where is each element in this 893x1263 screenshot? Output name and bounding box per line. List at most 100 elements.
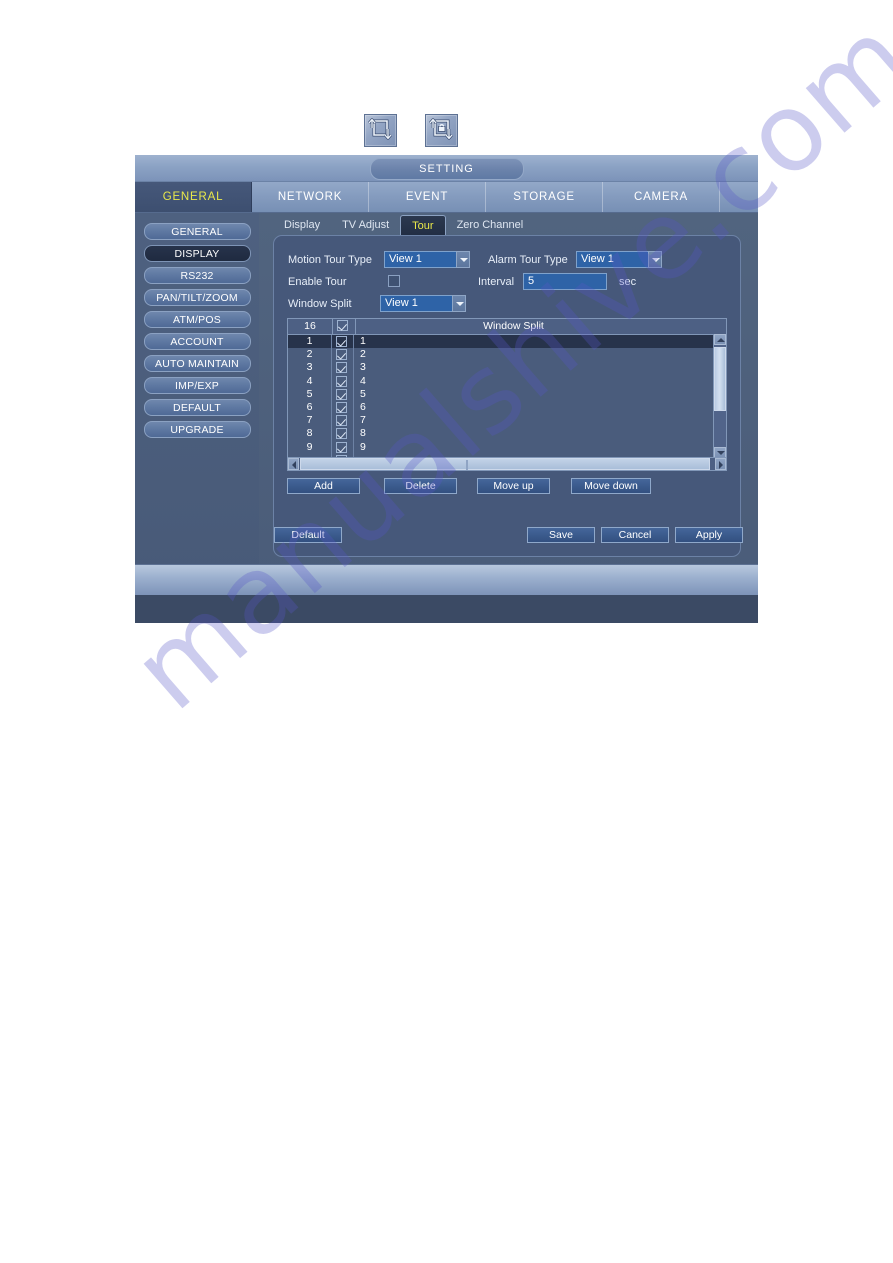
row-value: 6 — [360, 400, 366, 413]
row-checkbox[interactable] — [336, 375, 347, 387]
chevron-down-icon[interactable] — [648, 251, 662, 268]
vertical-scroll-thumb[interactable] — [714, 347, 726, 411]
move-up-button[interactable]: Move up — [477, 478, 550, 494]
sidebar-item-atm-pos[interactable]: ATM/POS — [143, 311, 251, 328]
interval-input[interactable]: 5 — [523, 273, 607, 290]
apply-button[interactable]: Apply — [675, 527, 743, 543]
horizontal-scrollbar[interactable] — [288, 457, 726, 470]
row-number: 1 — [288, 335, 332, 349]
tab-storage[interactable]: STORAGE — [486, 182, 603, 212]
row-checkbox-cell[interactable] — [332, 374, 354, 388]
delete-button[interactable]: Delete — [384, 478, 457, 494]
table-row[interactable]: 2 2 — [288, 348, 726, 362]
row-checkbox[interactable] — [336, 415, 347, 427]
sidebar-item-account[interactable]: ACCOUNT — [143, 333, 251, 350]
row-checkbox-cell[interactable] — [332, 440, 354, 454]
sidebar: GENERAL DISPLAY RS232 PAN/TILT/ZOOM ATM/… — [135, 213, 259, 595]
sidebar-item-general[interactable]: GENERAL — [143, 223, 251, 240]
subtab-zero-channel[interactable]: Zero Channel — [446, 215, 535, 235]
table-row[interactable]: 3 3 — [288, 361, 726, 375]
row-value: 8 — [360, 427, 366, 440]
enable-tour-row: Enable Tour Interval 5 sec — [288, 273, 728, 291]
window-split-list: 16 Window Split 1 1 2 2 3 3 4 4 5 5 6 6 … — [287, 318, 727, 471]
window-split-label: Window Split — [288, 298, 352, 310]
interval-label: Interval — [478, 276, 515, 288]
window-body: GENERAL DISPLAY RS232 PAN/TILT/ZOOM ATM/… — [135, 213, 758, 595]
subtab-tv-adjust[interactable]: TV Adjust — [331, 215, 400, 235]
rotate-loop-icon[interactable] — [364, 114, 397, 147]
table-row[interactable]: 4 4 — [288, 374, 726, 388]
add-button[interactable]: Add — [287, 478, 360, 494]
move-down-button[interactable]: Move down — [571, 478, 651, 494]
sidebar-item-auto-maintain[interactable]: AUTO MAINTAIN — [143, 355, 251, 372]
scroll-left-icon[interactable] — [288, 458, 299, 470]
row-value: 4 — [360, 374, 366, 387]
row-checkbox-cell[interactable] — [332, 414, 354, 428]
row-value: 9 — [360, 440, 366, 453]
alarm-tour-type-select[interactable]: View 1 — [576, 251, 662, 268]
save-button[interactable]: Save — [527, 527, 595, 543]
row-checkbox-cell[interactable] — [332, 361, 354, 375]
chevron-down-icon[interactable] — [452, 295, 466, 312]
table-row[interactable]: 6 6 — [288, 400, 726, 415]
chevron-down-icon[interactable] — [456, 251, 470, 268]
row-checkbox[interactable] — [336, 362, 347, 374]
scroll-thumb-grip — [466, 460, 468, 470]
row-checkbox[interactable] — [336, 401, 347, 413]
rotate-lock-icon[interactable] — [425, 114, 458, 147]
window-split-select[interactable]: View 1 — [380, 295, 466, 312]
cancel-button[interactable]: Cancel — [601, 527, 669, 543]
default-button[interactable]: Default — [274, 527, 342, 543]
table-row[interactable]: 7 7 — [288, 414, 726, 428]
tab-network[interactable]: NETWORK — [252, 182, 369, 212]
enable-tour-checkbox[interactable] — [388, 275, 400, 287]
motion-tour-type-row: Motion Tour Type View 1 Alarm Tour Type … — [288, 251, 728, 269]
sidebar-item-rs232[interactable]: RS232 — [143, 267, 251, 284]
table-row[interactable]: 8 8 — [288, 427, 726, 441]
window-split-value: View 1 — [385, 297, 418, 309]
sidebar-item-display[interactable]: DISPLAY — [143, 245, 251, 262]
row-checkbox-cell[interactable] — [332, 348, 354, 362]
tab-camera[interactable]: CAMERA — [603, 182, 720, 212]
row-number: 5 — [288, 387, 332, 401]
tab-event[interactable]: EVENT — [369, 182, 486, 212]
row-number: 9 — [288, 440, 332, 454]
motion-tour-type-select[interactable]: View 1 — [384, 251, 470, 268]
row-checkbox[interactable] — [336, 428, 347, 440]
list-header-checkbox[interactable] — [333, 319, 356, 334]
horizontal-scroll-thumb[interactable] — [300, 458, 710, 470]
row-checkbox[interactable] — [336, 388, 347, 400]
tab-general[interactable]: GENERAL — [135, 182, 252, 212]
list-body: 1 1 2 2 3 3 4 4 5 5 6 6 7 7 8 8 9 9 — [288, 335, 726, 459]
alarm-tour-type-label: Alarm Tour Type — [488, 254, 568, 266]
scroll-right-icon[interactable] — [715, 458, 726, 470]
select-all-checkbox[interactable] — [337, 320, 348, 331]
sidebar-item-imp-exp[interactable]: IMP/EXP — [143, 377, 251, 394]
table-row[interactable]: 1 1 — [288, 335, 726, 349]
row-checkbox-cell[interactable] — [332, 387, 354, 401]
row-value: 5 — [360, 387, 366, 400]
list-header-row: 16 Window Split — [288, 319, 726, 335]
table-row[interactable]: 9 9 — [288, 440, 726, 454]
row-checkbox-cell[interactable] — [332, 400, 354, 415]
scroll-up-icon[interactable] — [714, 334, 726, 345]
motion-tour-type-value: View 1 — [389, 253, 422, 265]
row-checkbox[interactable] — [336, 336, 347, 347]
row-number: 7 — [288, 414, 332, 428]
row-checkbox-cell[interactable] — [332, 427, 354, 441]
sidebar-item-pan-tilt-zoom[interactable]: PAN/TILT/ZOOM — [143, 289, 251, 306]
row-number: 6 — [288, 400, 332, 415]
dvr-setting-window: SETTING GENERAL NETWORK EVENT STORAGE CA… — [135, 155, 758, 623]
alarm-tour-type-value: View 1 — [581, 253, 614, 265]
sidebar-item-upgrade[interactable]: UPGRADE — [143, 421, 251, 438]
row-checkbox[interactable] — [336, 349, 347, 361]
vertical-scrollbar[interactable] — [713, 334, 726, 458]
sidebar-item-default[interactable]: DEFAULT — [143, 399, 251, 416]
subtab-display[interactable]: Display — [273, 215, 331, 235]
content-area: Display TV Adjust Tour Zero Channel Moti… — [259, 213, 758, 595]
row-checkbox-cell[interactable] — [332, 335, 354, 349]
row-checkbox[interactable] — [336, 441, 347, 453]
table-row[interactable]: 5 5 — [288, 387, 726, 401]
row-number: 3 — [288, 361, 332, 375]
subtab-tour[interactable]: Tour — [400, 215, 446, 235]
